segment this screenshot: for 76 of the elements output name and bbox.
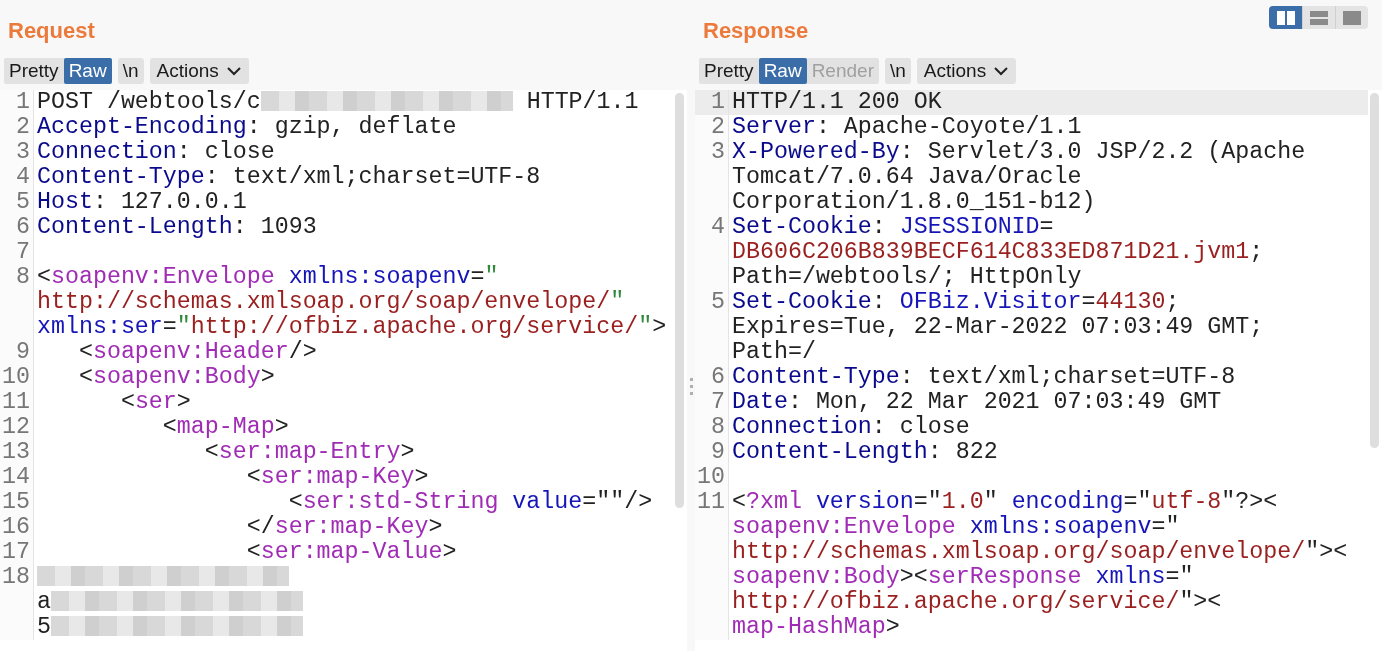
scrollbar-thumb[interactable] xyxy=(1370,93,1379,448)
view-tab[interactable]: Raw xyxy=(758,58,807,84)
panel-title: Response xyxy=(703,18,809,44)
panel-title: Request xyxy=(8,18,95,44)
code-line: Server: Apache-Coyote/1.1 xyxy=(731,115,1083,140)
line-number: 9 xyxy=(695,440,729,465)
line-number: 8 xyxy=(695,415,729,440)
line-number: 5 xyxy=(0,190,34,215)
view-mode-button[interactable] xyxy=(1269,6,1302,29)
line-number: 14 xyxy=(0,465,34,490)
line-number: 3 xyxy=(0,140,34,165)
code-line: X-Powered-By: Servlet/3.0 JSP/2.2 (Apache Tomcat/7.0.64 Java/Oracle Corporation/1.8.0_151-b12) xyxy=(731,140,1307,215)
line-number: 12 xyxy=(0,415,34,440)
split-columns-icon xyxy=(1276,10,1295,25)
code-line: <soapenv:Header/> xyxy=(77,340,318,365)
code-line: Set-Cookie: OFBiz.Visitor=44130; Expires=Tue, 22-Mar-2022 07:03:49 GMT; Path=/ xyxy=(731,290,1265,365)
view-tab[interactable]: Raw xyxy=(63,58,112,84)
code-line: Content-Type: text/xml;charset=UTF-8 xyxy=(731,365,1237,390)
code-line: <ser> xyxy=(119,390,192,415)
line-number: 6 xyxy=(695,365,729,390)
code-line: Content-Length: 1093 xyxy=(36,215,318,240)
line-number: 4 xyxy=(695,215,729,290)
line-number: 16 xyxy=(0,515,34,540)
actions-menu-button[interactable]: Actions xyxy=(149,58,249,84)
code-line: <?xml version="1.0" encoding="utf-8"?>< soapenv:Envelope xmlns:soapenv=" http://schemas.xmlsoap.org/soap/envelope/">< soapenv:Body><serResponse xmlns=" http://ofbiz.apache.org/service/">< map-HashMap> xyxy=(731,490,1349,640)
line-number: 1 xyxy=(695,90,729,115)
code-line: Set-Cookie: JSESSIONID= DB606C206B839BECF614C833ED871D21.jvm1; Path=/webtools/; HttpOnly xyxy=(731,215,1265,290)
line-number: 4 xyxy=(0,165,34,190)
line-number: 2 xyxy=(0,115,34,140)
scrollbar-thumb[interactable] xyxy=(675,93,684,508)
code-line: <ser:map-Entry> xyxy=(203,440,416,465)
split-rows-icon xyxy=(1310,10,1328,25)
code-line: <ser:std-String value=""/> xyxy=(287,490,654,515)
line-number: 17 xyxy=(0,540,34,565)
view-mode-button[interactable] xyxy=(1335,6,1368,29)
code-line: Content-Length: 822 xyxy=(731,440,999,465)
chevron-down-icon xyxy=(226,66,241,76)
line-number: 2 xyxy=(695,115,729,140)
line-number: 8 xyxy=(0,265,34,340)
line-number: 10 xyxy=(0,365,34,390)
single-pane-icon xyxy=(1343,10,1361,25)
code-line: Date: Mon, 22 Mar 2021 07:03:49 GMT xyxy=(731,390,1223,415)
line-number: 13 xyxy=(0,440,34,465)
newline-toggle-button[interactable]: \n xyxy=(117,58,144,84)
line-number: 9 xyxy=(0,340,34,365)
code-line: Connection: close xyxy=(36,140,276,165)
chevron-down-icon xyxy=(994,66,1009,76)
code-line: <soapenv:Body> xyxy=(77,365,276,390)
line-number: 11 xyxy=(0,390,34,415)
line-number: 3 xyxy=(695,140,729,215)
code-line: <ser:map-Key> xyxy=(245,465,430,490)
newline-toggle-button[interactable]: \n xyxy=(884,58,911,84)
line-number: 6 xyxy=(0,215,34,240)
code-text: HTTP/1.1 xyxy=(525,90,639,115)
line-number: 11 xyxy=(695,490,729,640)
code-line: Content-Type: text/xml;charset=UTF-8 xyxy=(36,165,542,190)
line-number: 10 xyxy=(695,465,729,490)
line-number: 7 xyxy=(695,390,729,415)
line-number: 7 xyxy=(0,240,34,265)
code-line: Connection: close xyxy=(731,415,971,440)
code-text: POST /webtools/c xyxy=(37,90,261,115)
code-line: Accept-Encoding: gzip, deflate xyxy=(36,115,458,140)
code-line: </ser:map-Key> xyxy=(245,515,444,540)
actions-menu-button[interactable]: Actions xyxy=(916,58,1017,84)
code-line: Host: 127.0.0.1 xyxy=(36,190,248,215)
code-line: <ser:map-Value> xyxy=(245,540,458,565)
view-mode-button[interactable] xyxy=(1302,6,1335,29)
code-text: 5 xyxy=(37,614,51,640)
code-line: <map-Map> xyxy=(161,415,290,440)
code-text: a xyxy=(37,589,51,615)
code-line: <soapenv:Envelope xmlns:soapenv=" http://schemas.xmlsoap.org/soap/envelope/" xmlns:ser="http://ofbiz.apache.org/service/"> xyxy=(36,265,668,340)
line-number: 1 xyxy=(0,90,34,115)
line-number: 18 xyxy=(0,565,34,640)
line-number: 5 xyxy=(695,290,729,365)
resize-handle[interactable] xyxy=(689,377,693,398)
line-number: 15 xyxy=(0,490,34,515)
